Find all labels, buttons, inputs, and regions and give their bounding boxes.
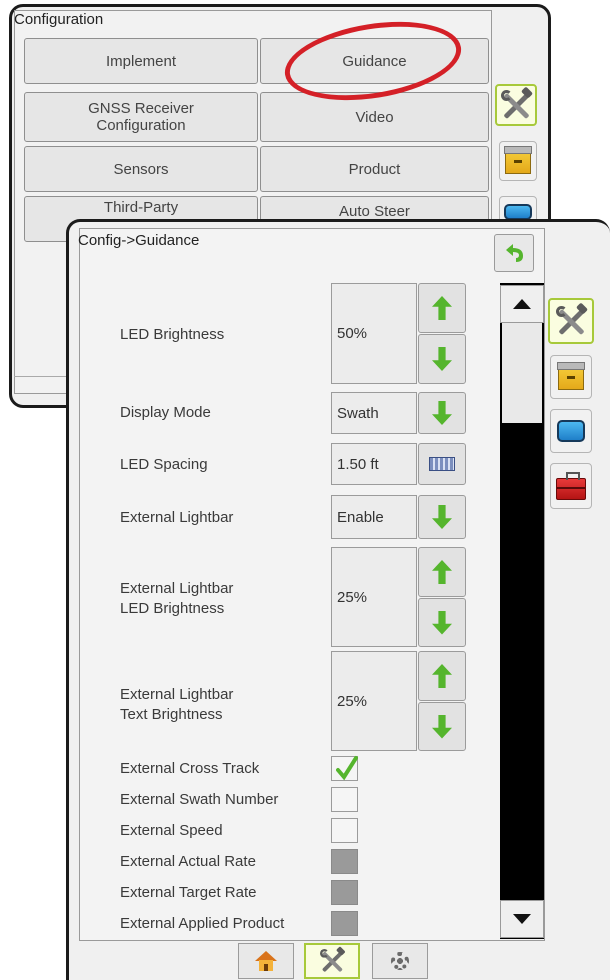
arrow-down-icon [432,505,452,529]
external-swath-number-label: External Swath Number [120,791,279,808]
arrow-down-icon [432,714,452,739]
external-lightbar-dropdown-button[interactable] [418,495,466,539]
external-applied-product-label: External Applied Product [120,915,285,932]
side-tab-data[interactable] [499,141,537,181]
external-lightbar-value: Enable [331,495,417,539]
product-button[interactable]: Product [260,146,489,192]
external-cross-track-label: External Cross Track [120,760,260,777]
arrow-up-icon [432,296,452,320]
sensors-button[interactable]: Sensors [24,146,258,192]
side-tab-toolbox[interactable] [550,463,592,509]
side-tab-tools[interactable] [548,298,594,344]
arrow-up-icon [432,664,452,688]
home-icon [255,951,277,971]
led-brightness-down-button[interactable] [418,334,466,384]
side-tab-screen[interactable] [499,196,537,220]
product-label: Product [348,160,401,178]
implement-label: Implement [105,52,177,70]
operation-tab[interactable] [372,943,428,979]
ext-lightbar-led-brightness-down-button[interactable] [418,598,466,647]
scroll-up-button[interactable] [500,285,544,323]
tools-tab[interactable] [304,943,360,979]
external-swath-number-checkbox[interactable] [331,787,358,812]
external-speed-label: External Speed [120,822,223,839]
external-cross-track-checkbox[interactable] [331,756,358,781]
external-target-rate-checkbox [331,880,358,905]
ext-lightbar-led-brightness-value: 25% [331,547,417,647]
led-brightness-label: LED Brightness [120,326,225,343]
screen-icon [504,204,532,220]
arrow-up-icon [432,560,452,584]
third-party-label: Third-Party [103,199,179,216]
configuration-title: Configuration [14,11,104,28]
tools-icon [318,946,346,974]
display-mode-dropdown-button[interactable] [418,392,466,434]
led-spacing-keyboard-button[interactable] [418,443,466,485]
side-tab-screen[interactable] [550,409,592,453]
back-arrow-icon [506,244,523,262]
external-applied-product-checkbox [331,911,358,936]
checkmark-icon [336,756,358,781]
video-label: Video [355,108,394,126]
ext-lightbar-text-brightness-value: 25% [331,651,417,751]
gnss-receiver-label: GNSS Receiver Configuration [88,100,194,134]
sensors-label: Sensors [113,160,169,178]
cabinet-icon [504,146,532,174]
keyboard-icon [429,457,455,471]
external-speed-checkbox[interactable] [331,818,358,843]
scrollbar-thumb[interactable] [502,323,542,423]
toolbox-icon [556,471,586,500]
ext-lightbar-led-brightness-up-button[interactable] [418,547,466,597]
display-mode-label: Display Mode [120,404,211,421]
bottom-navigation [236,941,432,980]
arrow-down-icon [432,401,452,425]
ext-lightbar-text-brightness-label: External Lightbar Text Brightness [120,686,234,723]
triangle-up-icon [513,299,531,309]
implement-button[interactable]: Implement [24,38,258,84]
tools-icon [554,302,589,338]
led-spacing-label: LED Spacing [120,456,208,473]
external-target-rate-label: External Target Rate [120,884,257,901]
tools-icon [499,86,534,122]
gear-icon [391,952,409,970]
led-brightness-up-button[interactable] [418,283,466,333]
home-tab[interactable] [238,943,294,979]
screen-icon [557,420,585,442]
external-lightbar-label: External Lightbar [120,509,234,526]
ext-lightbar-text-brightness-up-button[interactable] [418,651,466,701]
external-actual-rate-label: External Actual Rate [120,853,256,870]
gnss-receiver-button[interactable]: GNSS Receiver Configuration [24,92,258,142]
display-mode-value: Swath [331,392,417,434]
led-spacing-value: 1.50 ft [331,443,417,485]
scroll-down-button[interactable] [500,900,544,938]
ext-lightbar-text-brightness-down-button[interactable] [418,702,466,751]
arrow-down-icon [432,347,452,371]
cabinet-icon [557,362,585,390]
video-button[interactable]: Video [260,92,489,142]
arrow-down-icon [432,610,452,635]
side-tab-tools[interactable] [495,84,537,126]
triangle-down-icon [513,914,531,924]
side-tab-data[interactable] [550,355,592,399]
auto-steer-label: Auto Steer [339,203,410,220]
ext-lightbar-led-brightness-label: External Lightbar LED Brightness [120,580,234,617]
external-actual-rate-checkbox [331,849,358,874]
back-button[interactable] [494,234,534,272]
page-title: Config->Guidance [78,232,200,249]
led-brightness-value: 50% [331,283,417,384]
